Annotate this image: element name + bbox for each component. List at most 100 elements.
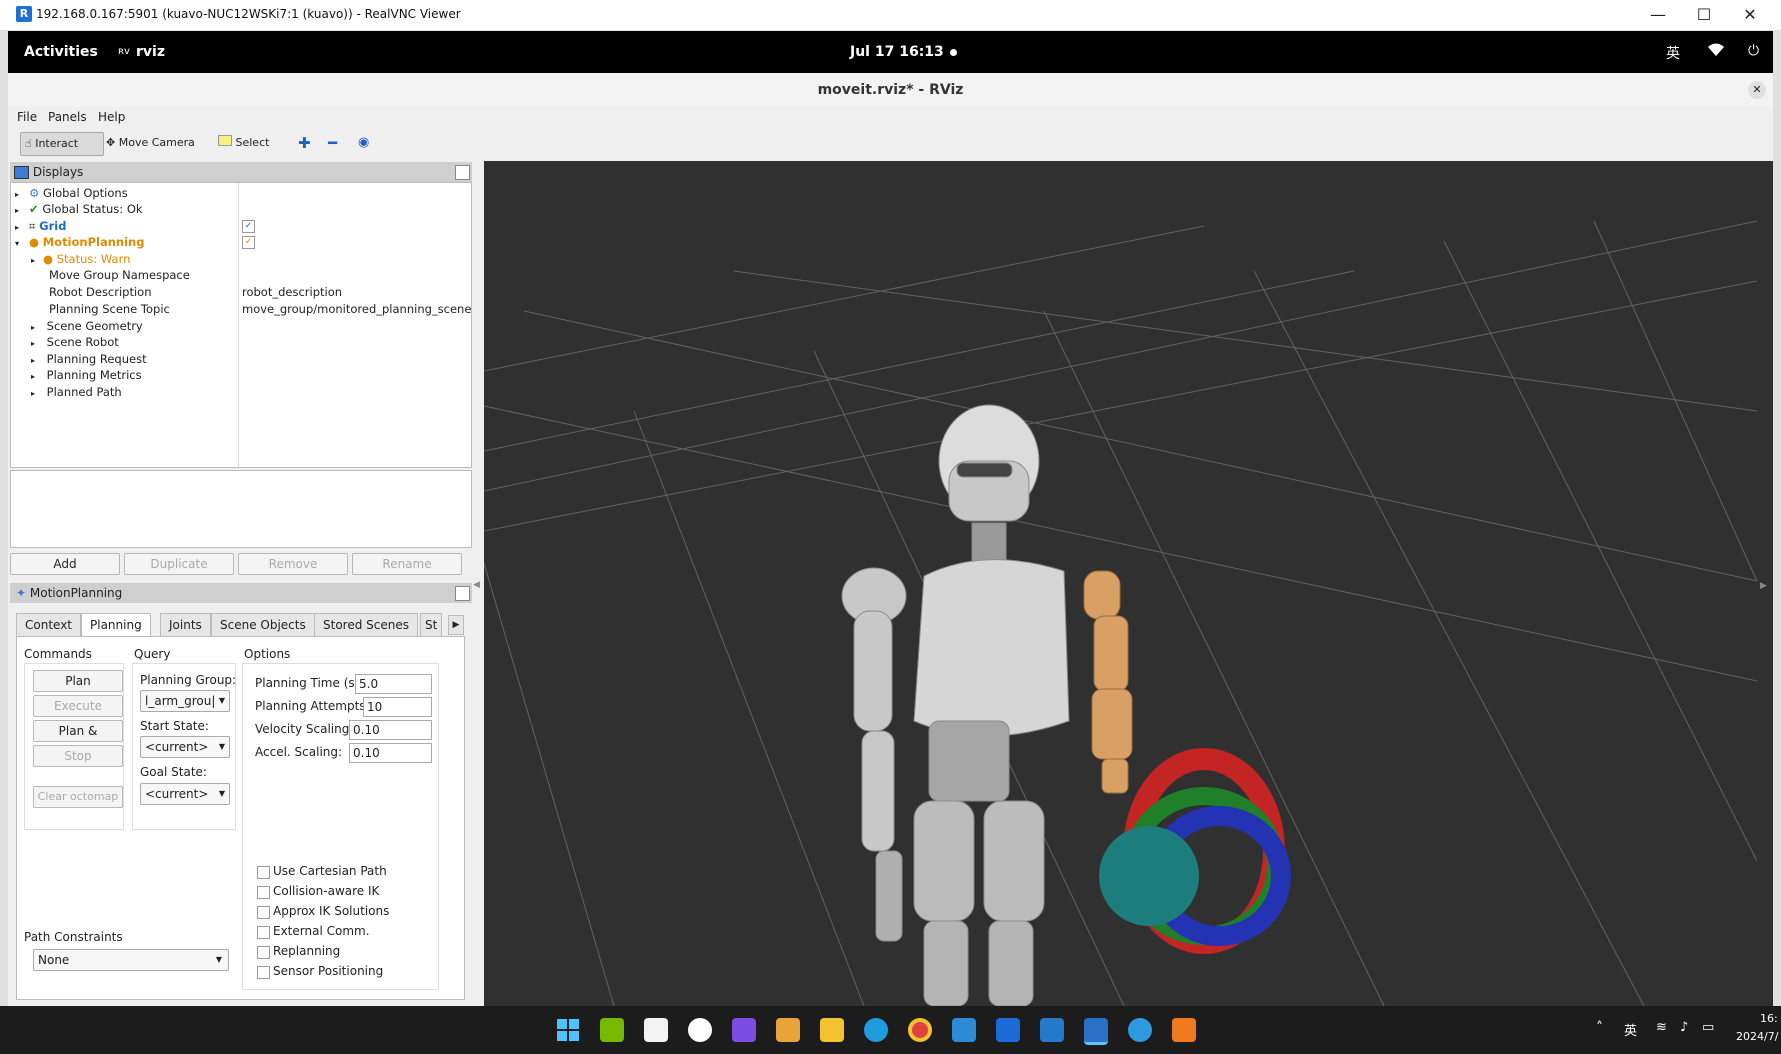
collision-ik-label: Collision-aware IK <box>273 884 380 898</box>
execute-button[interactable]: Execute <box>33 695 123 717</box>
eye-tool-icon[interactable]: ◉ <box>354 132 373 154</box>
3d-render-view[interactable] <box>484 161 1757 1006</box>
clear-octomap-button[interactable]: Clear octomap <box>33 786 123 808</box>
vscode-icon[interactable] <box>1040 1018 1064 1042</box>
rviz-close-icon[interactable]: ✕ <box>1748 81 1766 99</box>
battery-icon[interactable]: ▭ <box>1702 1020 1714 1035</box>
plan-execute-button[interactable]: Plan & Execute <box>33 720 123 758</box>
undock-icon[interactable] <box>455 586 470 601</box>
cartesian-path-checkbox[interactable] <box>257 866 270 879</box>
minimize-button[interactable]: — <box>1635 0 1681 30</box>
tree-row-grid[interactable]: ▸ ⌗ Grid <box>11 218 66 234</box>
interact-tool[interactable]: ☝ Interact <box>20 132 104 156</box>
menu-panels[interactable]: Panels <box>48 110 87 124</box>
tree-row-global-options[interactable]: ▸ ⚙ Global Options <box>11 185 128 201</box>
tab-planning[interactable]: Planning <box>81 613 151 636</box>
wifi-icon[interactable] <box>1708 43 1724 61</box>
path-constraints-select[interactable]: None ▼ <box>33 949 229 971</box>
collapse-left-icon[interactable]: ◀ <box>473 580 480 590</box>
app-menu[interactable]: rviz <box>136 44 165 60</box>
remove-display-button[interactable]: Remove <box>238 553 348 575</box>
maximize-button[interactable]: ☐ <box>1681 0 1727 30</box>
sensor-positioning-checkbox[interactable] <box>257 966 270 979</box>
orange-app-icon[interactable] <box>1172 1018 1196 1042</box>
menu-file[interactable]: File <box>17 110 37 124</box>
tab-context[interactable]: Context <box>16 613 82 636</box>
velocity-scaling-input[interactable]: 0.10 <box>349 720 432 740</box>
vnc-app-icon: R <box>16 6 32 22</box>
plan-button[interactable]: Plan <box>33 670 123 692</box>
accel-scaling-input[interactable]: 0.10 <box>349 743 432 763</box>
tab-scene-objects[interactable]: Scene Objects <box>211 613 315 636</box>
network-icon[interactable]: ≋ <box>1656 1020 1667 1035</box>
ime-indicator[interactable]: 英 <box>1624 1020 1637 1039</box>
input-method-indicator[interactable]: 英 <box>1666 43 1680 63</box>
music-icon[interactable] <box>688 1018 712 1042</box>
tree-row-planning-metrics[interactable]: ▸ Planning Metrics <box>31 367 142 383</box>
goal-state-select[interactable]: <current> ▼ <box>140 783 230 805</box>
replanning-checkbox[interactable] <box>257 946 270 959</box>
start-icon[interactable] <box>556 1018 580 1042</box>
tree-row-scene-robot[interactable]: ▸ Scene Robot <box>31 334 119 350</box>
collapse-right-icon[interactable]: ▶ <box>1760 581 1767 591</box>
scene-topic-value[interactable]: move_group/monitored_planning_scene <box>242 301 471 317</box>
nvidia-icon[interactable] <box>600 1018 624 1042</box>
tab-joints[interactable]: Joints <box>160 613 211 636</box>
move-camera-tool[interactable]: ✥ Move Camera <box>102 132 199 154</box>
tree-label: Status: Warn <box>56 252 131 266</box>
add-tool-icon[interactable]: ✚ <box>294 132 315 154</box>
motionplanning-enabled-checkbox[interactable]: ✓ <box>242 236 255 249</box>
tree-row-namespace[interactable]: Move Group Namespace <box>49 267 190 283</box>
tab-stored-scenes[interactable]: Stored Scenes <box>314 613 418 636</box>
duplicate-display-button[interactable]: Duplicate <box>124 553 234 575</box>
tree-row-robot-description[interactable]: Robot Description <box>49 284 152 300</box>
tree-row-motionplanning[interactable]: ▾ ● MotionPlanning <box>11 234 144 250</box>
tree-row-global-status[interactable]: ▸ ✔ Global Status: Ok <box>11 201 143 217</box>
undock-icon[interactable] <box>455 165 470 180</box>
collision-ik-checkbox[interactable] <box>257 886 270 899</box>
sensor-positioning-label: Sensor Positioning <box>273 964 384 978</box>
folder-icon[interactable] <box>820 1018 844 1042</box>
vnc-viewer-icon[interactable] <box>1084 1018 1108 1045</box>
chrome-icon[interactable] <box>908 1018 932 1042</box>
stop-button[interactable]: Stop <box>33 745 123 767</box>
git-icon[interactable] <box>776 1018 800 1042</box>
search-app-icon[interactable] <box>1128 1018 1152 1042</box>
tab-status[interactable]: St <box>420 613 443 636</box>
clock[interactable]: Jul 17 16:13 <box>850 44 944 60</box>
add-display-button[interactable]: Add <box>10 553 120 575</box>
activities-button[interactable]: Activities <box>24 44 98 60</box>
tab-scroll-right-icon[interactable]: ▶ <box>448 615 464 635</box>
select-tool[interactable]: Select <box>214 132 273 154</box>
external-comm-checkbox[interactable] <box>257 926 270 939</box>
taskbar-date[interactable]: 2024/7/ <box>1736 1030 1778 1043</box>
remove-tool-icon[interactable]: ━ <box>324 132 341 154</box>
s-app-icon[interactable] <box>996 1018 1020 1042</box>
start-state-select[interactable]: <current> ▼ <box>140 736 230 758</box>
planning-time-input[interactable]: 5.0 <box>355 674 432 694</box>
rviz-app-icon: ʀᴠ <box>118 46 130 57</box>
robot-description-value[interactable]: robot_description <box>242 284 342 300</box>
property-description <box>10 470 472 548</box>
grid-enabled-checkbox[interactable]: ✓ <box>242 220 255 233</box>
tree-row-scene-topic[interactable]: Planning Scene Topic <box>49 301 170 317</box>
chevron-up-icon[interactable]: ˄ <box>1596 1020 1603 1036</box>
menu-help[interactable]: Help <box>98 110 125 124</box>
tree-row-scene-geometry[interactable]: ▸ Scene Geometry <box>31 318 143 334</box>
edge-icon[interactable] <box>864 1018 888 1042</box>
taskbar-time[interactable]: 16: <box>1760 1012 1778 1025</box>
rename-display-button[interactable]: Rename <box>352 553 462 575</box>
motionplanning-icon: ✦ <box>16 586 27 600</box>
close-button[interactable]: ✕ <box>1727 0 1773 30</box>
volume-icon[interactable]: ♪ <box>1680 1020 1688 1035</box>
approx-ik-checkbox[interactable] <box>257 906 270 919</box>
tree-row-status-warn[interactable]: ▸ ● Status: Warn <box>31 251 130 267</box>
store-icon[interactable] <box>644 1018 668 1042</box>
remote-icon[interactable] <box>952 1018 976 1042</box>
power-icon[interactable]: ⏻ <box>1748 43 1759 59</box>
tree-row-planning-request[interactable]: ▸ Planning Request <box>31 351 147 367</box>
planning-attempts-input[interactable]: 10 <box>363 697 432 717</box>
planning-group-select[interactable]: l_arm_grou| ▼ <box>140 690 230 712</box>
app-icon[interactable] <box>732 1018 756 1042</box>
tree-row-planned-path[interactable]: ▸ Planned Path <box>31 384 122 400</box>
